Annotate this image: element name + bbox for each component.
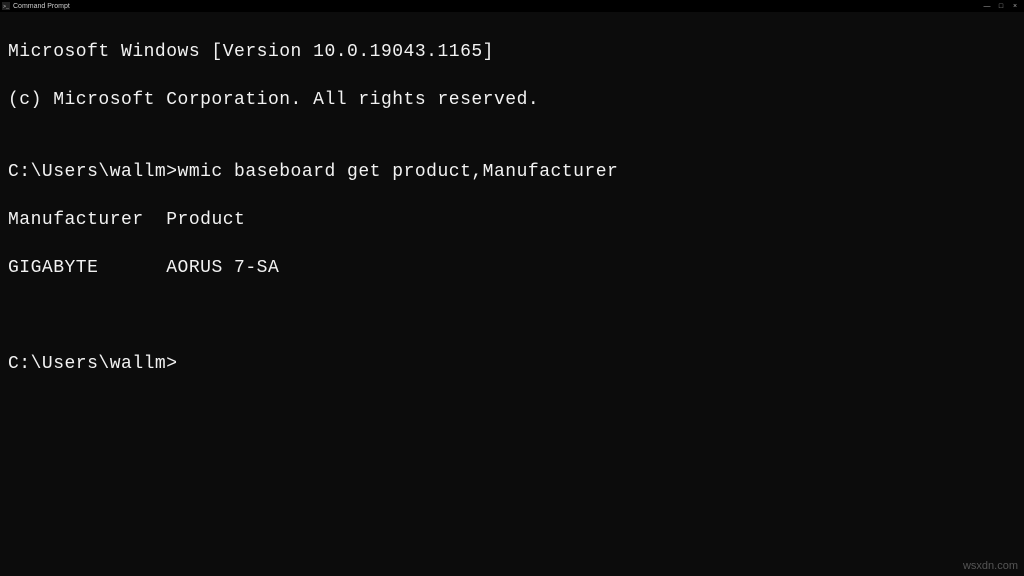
command-line-2: C:\Users\wallm> xyxy=(8,352,1016,376)
copyright-line: (c) Microsoft Corporation. All rights re… xyxy=(8,88,1016,112)
command-line-1: C:\Users\wallm>wmic baseboard get produc… xyxy=(8,160,1016,184)
titlebar-left: >_ Command Prompt xyxy=(2,2,70,10)
output-data: GIGABYTE AORUS 7-SA xyxy=(8,256,1016,280)
maximize-button[interactable]: □ xyxy=(994,0,1008,12)
data-product: AORUS 7-SA xyxy=(166,258,279,278)
close-button[interactable]: × xyxy=(1008,0,1022,12)
prompt-path: C:\Users\wallm> xyxy=(8,162,178,182)
data-manufacturer: GIGABYTE xyxy=(8,258,98,278)
header-manufacturer: Manufacturer xyxy=(8,210,144,230)
cmd-icon: >_ xyxy=(2,2,10,10)
window-controls: — □ × xyxy=(980,0,1022,12)
svg-text:>_: >_ xyxy=(3,4,10,10)
terminal-output[interactable]: Microsoft Windows [Version 10.0.19043.11… xyxy=(0,12,1024,404)
command-text: wmic baseboard get product,Manufacturer xyxy=(178,162,619,182)
window-titlebar: >_ Command Prompt — □ × xyxy=(0,0,1024,12)
watermark: wsxdn.com xyxy=(963,560,1018,572)
header-product: Product xyxy=(166,210,245,230)
output-header: Manufacturer Product xyxy=(8,208,1016,232)
minimize-button[interactable]: — xyxy=(980,0,994,12)
version-line: Microsoft Windows [Version 10.0.19043.11… xyxy=(8,40,1016,64)
prompt-path: C:\Users\wallm> xyxy=(8,354,178,374)
window-title: Command Prompt xyxy=(13,3,70,10)
